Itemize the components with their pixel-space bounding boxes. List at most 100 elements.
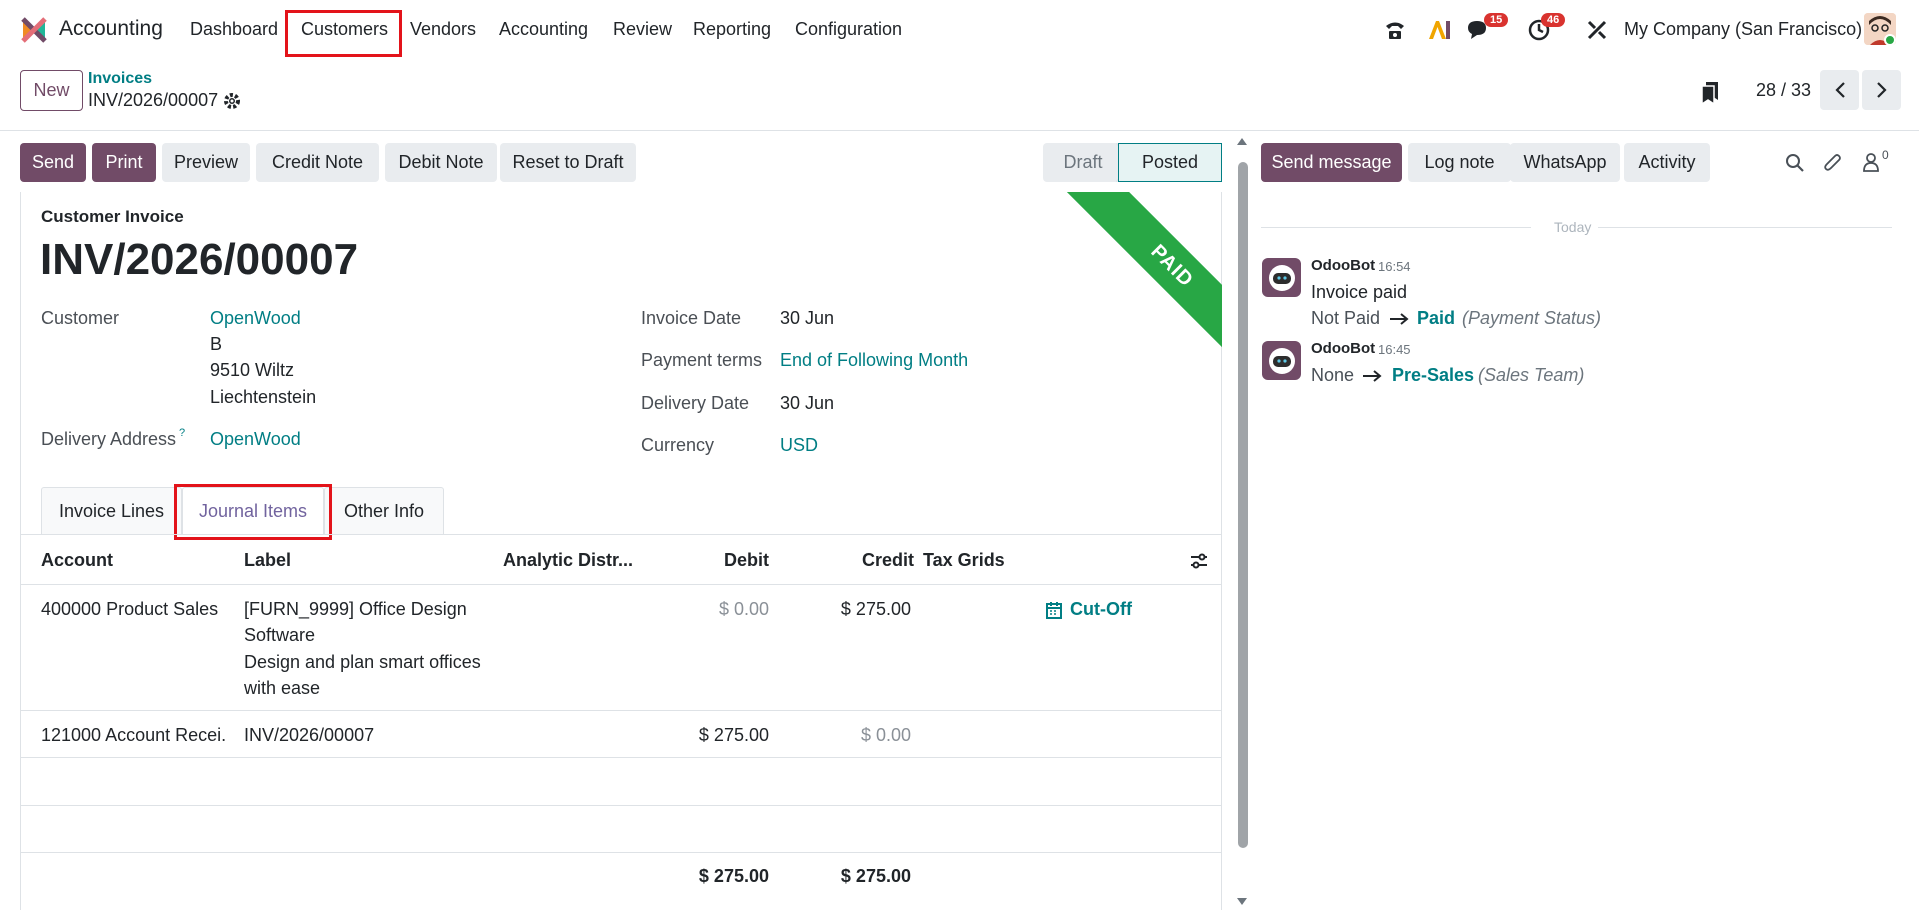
journal-items-highlight-box <box>174 484 332 540</box>
tab-other-info[interactable]: Other Info <box>324 487 444 535</box>
menu-reporting[interactable]: Reporting <box>693 19 771 40</box>
send-button[interactable]: Send <box>20 143 86 182</box>
paperclip-icon[interactable] <box>1823 152 1843 174</box>
currency-label: Currency <box>641 435 715 455</box>
menu-dashboard[interactable]: Dashboard <box>190 19 278 40</box>
invoice-date-value[interactable]: 30 Jun <box>780 308 834 329</box>
address-line-1: B <box>210 334 223 354</box>
column-label[interactable]: Label <box>244 550 291 571</box>
new-button[interactable]: New <box>20 70 83 111</box>
total-credit: $ 275.00 <box>840 866 911 886</box>
menu-accounting[interactable]: Accounting <box>499 19 588 40</box>
tracking-field-name: (Sales Team) <box>1478 365 1585 385</box>
breadcrumb-current-record: INV/2026/00007 <box>88 90 219 110</box>
menu-review[interactable]: Review <box>613 19 672 40</box>
company-switcher[interactable]: My Company (San Francisco) <box>1624 19 1862 40</box>
scroll-up-icon[interactable] <box>1235 136 1249 146</box>
row1-debit: $ 0.00 <box>718 599 769 619</box>
reset-to-draft-button[interactable]: Reset to Draft <box>500 143 636 182</box>
status-draft[interactable]: Draft <box>1043 143 1123 182</box>
arrow-right-icon <box>1363 370 1382 382</box>
customer-link[interactable]: OpenWood <box>210 308 301 329</box>
status-posted[interactable]: Posted <box>1118 143 1222 182</box>
delivery-address-link[interactable]: OpenWood <box>210 429 301 450</box>
header-divider <box>20 584 1222 585</box>
gear-icon[interactable] <box>223 92 241 110</box>
delivery-address-help-icon[interactable]: ? <box>179 427 185 439</box>
pager-value[interactable]: 28 / 33 <box>1756 80 1811 101</box>
column-tax-grids[interactable]: Tax Grids <box>923 550 1005 571</box>
phone-icon[interactable] <box>1381 16 1409 44</box>
row2-account: 121000 Account Recei... <box>41 725 226 745</box>
row2-credit: $ 0.00 <box>860 725 911 745</box>
search-icon[interactable] <box>1785 153 1805 173</box>
log-note-button[interactable]: Log note <box>1408 143 1511 182</box>
ai-icon[interactable] <box>1425 16 1453 44</box>
bookmark-icon[interactable] <box>1700 80 1720 104</box>
pager-previous-button[interactable] <box>1820 70 1859 110</box>
column-analytic[interactable]: Analytic Distr... <box>503 550 633 571</box>
row-divider <box>20 852 1222 853</box>
delivery-date-value[interactable]: 30 Jun <box>780 393 834 414</box>
address-line-3: Liechtenstein <box>210 387 317 407</box>
tools-icon[interactable] <box>1583 16 1611 44</box>
delivery-date-label: Delivery Date <box>641 393 750 413</box>
followers-icon[interactable] <box>1862 152 1880 172</box>
row-divider <box>20 757 1222 758</box>
activity-button[interactable]: Activity <box>1624 143 1710 182</box>
message-author[interactable]: OdooBot <box>1311 340 1375 357</box>
invoice-number-title: INV/2026/00007 <box>40 235 359 284</box>
breadcrumb-invoices[interactable]: Invoices <box>88 70 152 88</box>
app-title[interactable]: Accounting <box>59 17 163 41</box>
accounting-app-icon[interactable] <box>20 16 48 44</box>
date-separator-line <box>1598 227 1892 228</box>
total-debit: $ 275.00 <box>698 866 769 886</box>
menu-vendors[interactable]: Vendors <box>410 19 476 40</box>
debit-note-button[interactable]: Debit Note <box>385 143 497 182</box>
delivery-address-label: Delivery Address <box>41 429 177 449</box>
row1-label-line3: Design and plan smart offices <box>244 652 481 672</box>
scrollbar-thumb[interactable] <box>1238 162 1248 848</box>
top-navbar: Accounting Dashboard Customers Vendors A… <box>0 0 1919 60</box>
credit-note-button[interactable]: Credit Note <box>256 143 379 182</box>
row-divider <box>20 805 1222 806</box>
paid-ribbon: PAID <box>1045 192 1222 372</box>
date-separator-line <box>1261 227 1531 228</box>
column-debit[interactable]: Debit <box>724 550 769 571</box>
odoobot-avatar[interactable] <box>1262 341 1301 380</box>
column-settings-icon[interactable] <box>1190 552 1208 570</box>
row1-label-line1: [FURN_9999] Office Design <box>244 599 467 619</box>
message-author[interactable]: OdooBot <box>1311 257 1375 274</box>
address-line-2: 9510 Wiltz <box>210 360 295 380</box>
message-time: 16:54 <box>1378 259 1411 274</box>
document-type-label: Customer Invoice <box>41 207 184 226</box>
tab-invoice-lines[interactable]: Invoice Lines <box>41 487 182 535</box>
send-message-button[interactable]: Send message <box>1261 143 1402 182</box>
odoobot-avatar[interactable] <box>1262 258 1301 297</box>
print-button[interactable]: Print <box>92 143 156 182</box>
tracking-field-name: (Payment Status) <box>1462 308 1602 328</box>
followers-count: 0 <box>1882 148 1889 162</box>
row1-label-line2: Software <box>244 625 316 645</box>
cut-off-button[interactable]: Cut-Off <box>1070 599 1132 620</box>
preview-button[interactable]: Preview <box>162 143 250 182</box>
control-panel-divider <box>0 130 1919 131</box>
row1-account: 400000 Product Sales <box>41 599 219 619</box>
scroll-down-icon[interactable] <box>1235 897 1249 907</box>
payment-terms-link[interactable]: End of Following Month <box>780 350 968 371</box>
column-credit[interactable]: Credit <box>862 550 914 571</box>
tracking-new-value: Paid <box>1417 308 1456 328</box>
row2-label: INV/2026/00007 <box>244 725 375 745</box>
paid-ribbon-label: PAID <box>1060 192 1222 372</box>
menu-configuration[interactable]: Configuration <box>795 19 902 40</box>
activity-badge: 46 <box>1541 13 1566 27</box>
row2-debit: $ 275.00 <box>698 725 769 745</box>
pager-next-button[interactable] <box>1862 70 1901 110</box>
row1-credit: $ 275.00 <box>840 599 911 619</box>
message-body: Invoice paid <box>1311 282 1408 302</box>
column-account[interactable]: Account <box>41 550 113 571</box>
whatsapp-button[interactable]: WhatsApp <box>1510 143 1620 182</box>
customer-label: Customer <box>41 308 120 328</box>
currency-link[interactable]: USD <box>780 435 818 456</box>
date-separator-today: Today <box>1554 219 1592 235</box>
